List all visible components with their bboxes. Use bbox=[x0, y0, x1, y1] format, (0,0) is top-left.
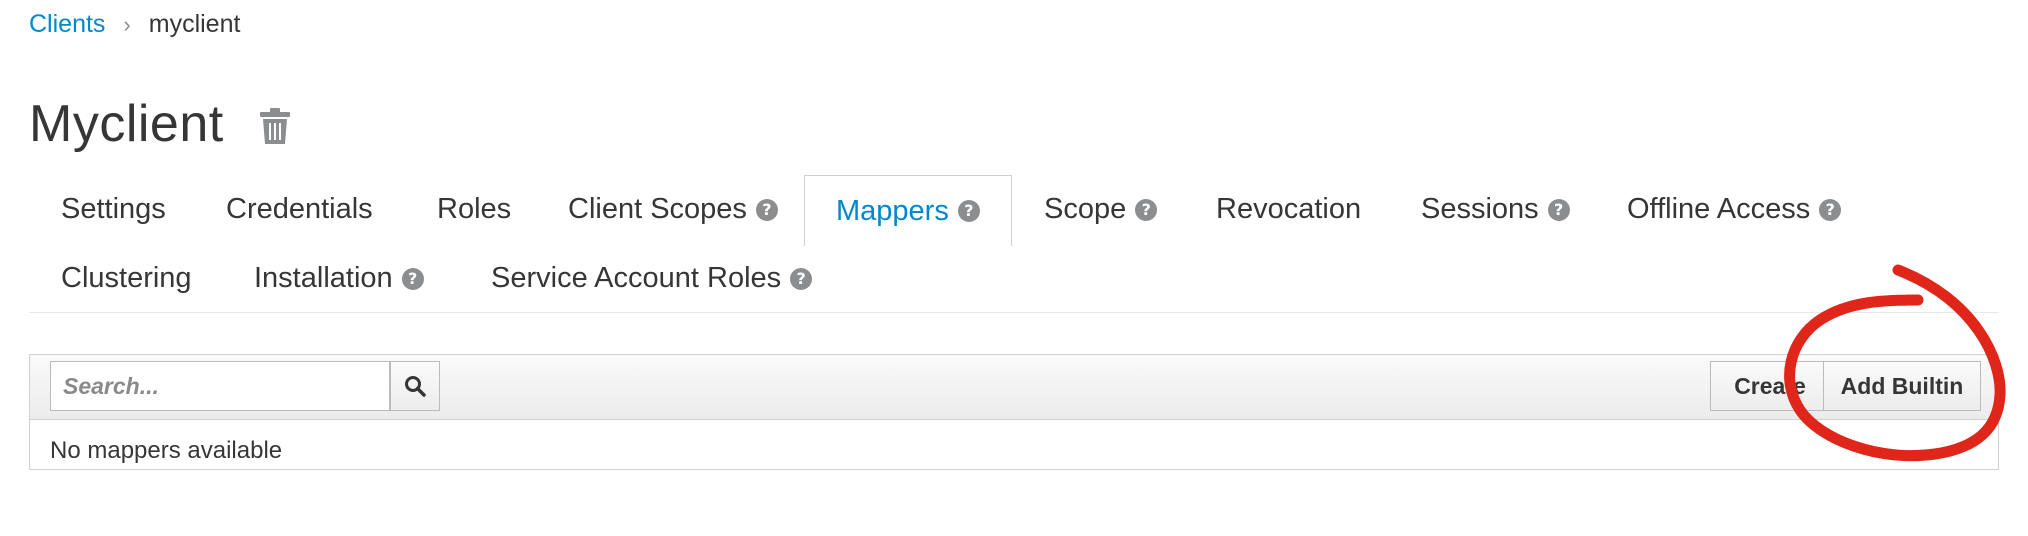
title-row: Myclient bbox=[29, 98, 290, 150]
tab-label: Settings bbox=[61, 193, 166, 225]
tab-sessions[interactable]: Sessions? bbox=[1421, 175, 1570, 244]
tab-credentials[interactable]: Credentials bbox=[226, 175, 373, 244]
breadcrumb-current: myclient bbox=[148, 10, 241, 38]
breadcrumb: Clients › myclient bbox=[29, 10, 240, 39]
add-builtin-button[interactable]: Add Builtin bbox=[1823, 361, 1981, 411]
question-circle-icon[interactable]: ? bbox=[1547, 198, 1570, 221]
tab-label: Mappers bbox=[836, 194, 949, 227]
tabs-row-2: Clustering Installation? Service Account… bbox=[29, 244, 1999, 313]
page-title: Myclient bbox=[29, 95, 224, 153]
mappers-table: Create Add Builtin No mappers available bbox=[29, 354, 1999, 470]
tab-label: Clustering bbox=[61, 262, 192, 294]
question-circle-icon[interactable]: ? bbox=[957, 200, 980, 222]
tabs-divider bbox=[29, 312, 1999, 313]
tab-label: Client Scopes bbox=[568, 193, 747, 225]
empty-table-message: No mappers available bbox=[50, 437, 283, 464]
tab-client-scopes[interactable]: Client Scopes? bbox=[568, 175, 778, 244]
tab-mappers[interactable]: Mappers? bbox=[804, 175, 1012, 246]
tab-label: Installation bbox=[254, 262, 393, 294]
search-icon bbox=[405, 376, 426, 397]
tabs-container: Settings Credentials Roles Client Scopes… bbox=[29, 175, 1999, 313]
tab-clustering[interactable]: Clustering bbox=[61, 244, 192, 313]
tab-label: Sessions bbox=[1421, 193, 1539, 225]
question-circle-icon[interactable]: ? bbox=[790, 267, 813, 290]
tab-revocation[interactable]: Revocation bbox=[1216, 175, 1361, 244]
question-circle-icon[interactable]: ? bbox=[755, 198, 778, 221]
tabs-row-1: Settings Credentials Roles Client Scopes… bbox=[29, 175, 1999, 246]
search-input[interactable] bbox=[50, 361, 390, 411]
question-circle-icon[interactable]: ? bbox=[401, 267, 424, 290]
tab-service-account-roles[interactable]: Service Account Roles? bbox=[491, 244, 813, 313]
tab-label: Roles bbox=[437, 193, 512, 225]
tab-scope[interactable]: Scope? bbox=[1044, 175, 1158, 244]
breadcrumb-clients-link[interactable]: Clients bbox=[29, 10, 105, 39]
search-button[interactable] bbox=[390, 361, 440, 411]
create-button[interactable]: Create bbox=[1710, 361, 1830, 411]
tab-offline-access[interactable]: Offline Access? bbox=[1627, 175, 1842, 244]
tab-label: Offline Access bbox=[1627, 193, 1811, 225]
tab-installation[interactable]: Installation? bbox=[254, 244, 424, 313]
question-circle-icon[interactable]: ? bbox=[1819, 198, 1842, 221]
question-circle-icon[interactable]: ? bbox=[1135, 198, 1158, 221]
tab-settings[interactable]: Settings bbox=[61, 175, 166, 244]
trash-icon[interactable] bbox=[259, 107, 290, 145]
tab-label: Service Account Roles bbox=[491, 262, 782, 294]
tab-roles[interactable]: Roles bbox=[437, 175, 511, 244]
table-toolbar: Create Add Builtin bbox=[30, 355, 1998, 420]
tab-label: Scope bbox=[1044, 193, 1127, 225]
tab-label: Credentials bbox=[226, 193, 373, 225]
tab-label: Revocation bbox=[1216, 193, 1362, 225]
chevron-right-icon: › bbox=[123, 11, 131, 37]
